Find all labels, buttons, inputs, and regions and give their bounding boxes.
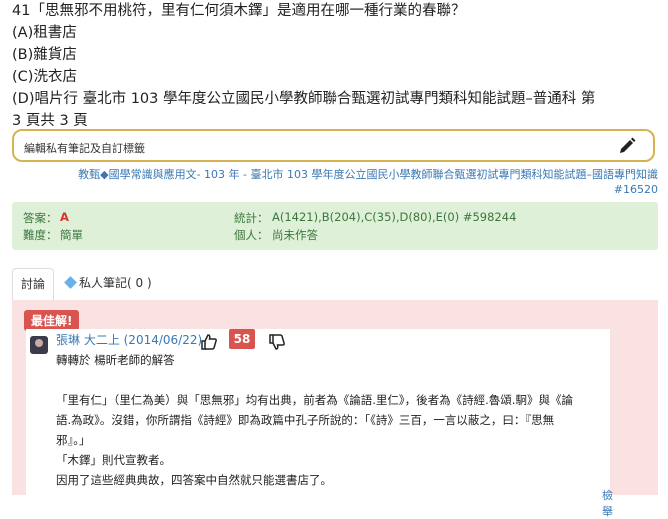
post-line: 因用了這些經典典故，四答案中自然就只能選書店了。 [56, 473, 332, 487]
question-text: 41「思無邪不用桃符，里有仁何須木鐸」是適用在哪一種行業的春聯？ (A)租書店 … [12, 0, 662, 132]
tag-link[interactable]: 教甄◆國學常識與應用文- 103 年 - 臺北市 103 學年度公立國民小學教師… [12, 167, 658, 182]
option-a: (A)租書店 [12, 25, 77, 41]
stat-value: A(1421),B(204),C(35),D(80),E(0) #598244 [272, 210, 517, 224]
thumbs-up-icon[interactable] [200, 333, 218, 351]
private-note-label: 編輯私有筆記及自訂標籤 [24, 142, 145, 155]
post-line: 轉轉於 楊昕老師的解答 [56, 353, 175, 367]
tab-private-notes-label: 私人筆記( 0 ) [79, 276, 152, 290]
post-line: 「里有仁」（里仁為美）與「思無邪」均有出典，前者為《論語.里仁》，後者為《詩經.… [56, 393, 573, 407]
answer-stats-panel: 答案： A 難度： 簡單 統計： A(1421),B(204),C(35),D(… [12, 202, 658, 250]
answer-value: A [60, 210, 69, 224]
question-id[interactable]: #16520 [12, 182, 658, 197]
private-note-field[interactable]: 編輯私有筆記及自訂標籤 [12, 129, 655, 162]
option-b: (B)雜貨店 [12, 47, 77, 63]
difficulty-value: 簡單 [60, 228, 83, 242]
post-line: 邪』。」 [56, 433, 91, 447]
post-body: 轉轉於 楊昕老師的解答 「里有仁」（里仁為美）與「思無邪」均有出典，前者為《論語… [56, 350, 606, 490]
report-link[interactable]: 檢舉 [602, 487, 613, 519]
option-c: (C)洗衣店 [12, 69, 77, 85]
stat-label: 統計： [234, 211, 269, 225]
best-answer-badge: 最佳解! [24, 310, 80, 331]
pencil-icon[interactable] [617, 136, 637, 156]
tab-discussion-label: 討論 [21, 277, 46, 291]
thumbs-down-icon[interactable] [268, 333, 286, 351]
question-stem: 41「思無邪不用桃符，里有仁何須木鐸」是適用在哪一種行業的春聯？ [12, 3, 466, 19]
tab-discussion[interactable]: 討論 [12, 268, 55, 301]
difficulty-label: 難度： [23, 228, 58, 242]
diamond-icon [64, 276, 77, 289]
personal-label: 個人： [234, 228, 269, 242]
tab-bar: 討論 私人筆記( 0 ) [12, 268, 658, 301]
discussion-post: 張琳 大二上 (2014/06/22) 58 轉轉於 楊昕老師的解答 「里有仁」… [26, 329, 613, 518]
vote-score: 58 [229, 329, 255, 349]
answer-label: 答案： [23, 211, 58, 225]
option-d: (D)唱片行 臺北市 103 學年度公立國民小學教師聯合甄選初試專門類科知能試題… [12, 91, 596, 107]
tab-private-notes[interactable]: 私人筆記( 0 ) [58, 268, 160, 299]
personal-value: 尚未作答 [272, 228, 318, 242]
avatar[interactable] [30, 336, 48, 354]
question-tags: 教甄◆國學常識與應用文- 103 年 - 臺北市 103 學年度公立國民小學教師… [12, 167, 658, 197]
post-line: 語.為政》。沒錯，你所謂指《詩經》即為政篇中孔子所說的：「《詩》三百，一言以蔽之… [56, 413, 555, 427]
post-line: 「木鐸」則代宣教者。 [56, 453, 171, 467]
post-line [56, 370, 606, 390]
post-author[interactable]: 張琳 大二上 (2014/06/22) [56, 331, 202, 348]
discussion-area: 最佳解! 張琳 大二上 (2014/06/22) 58 轉轉於 楊昕老師的解答 … [12, 300, 658, 518]
